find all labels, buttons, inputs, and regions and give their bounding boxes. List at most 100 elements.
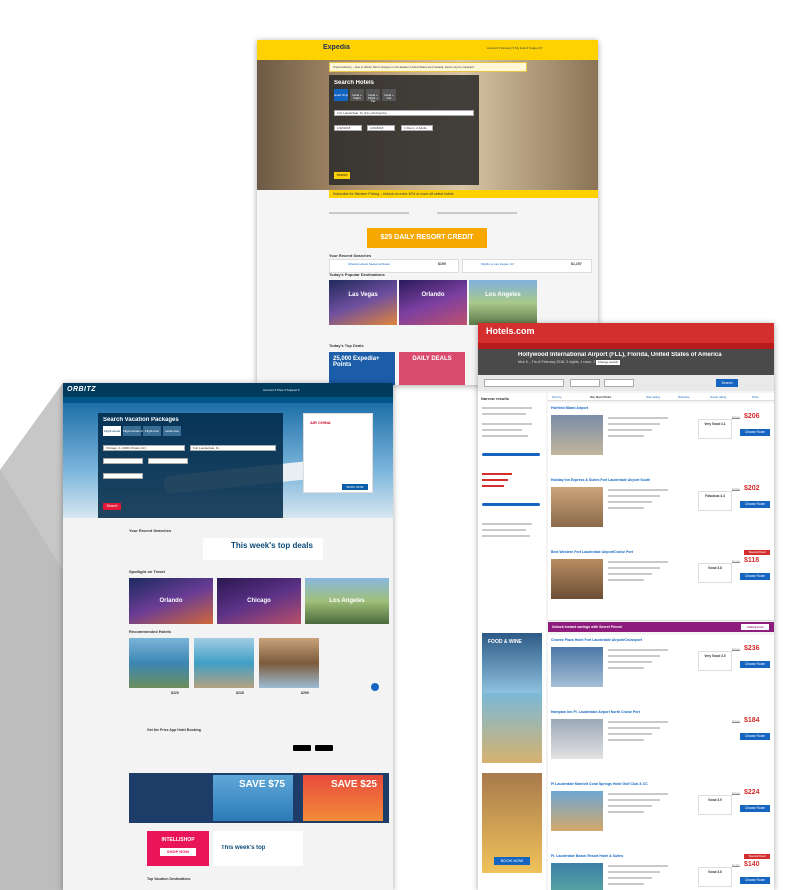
ad-image[interactable] [482,693,542,763]
checkout-input[interactable]: 1/23/2018 [367,125,395,131]
hotel-result-card[interactable]: Crowne Plaza Hotel Fort Lauderdale Airpo… [548,635,774,709]
resort-credit-banner[interactable]: $25 DAILY RESORT CREDIT [367,228,487,248]
departing-input[interactable] [103,458,143,464]
filter-item[interactable] [482,523,532,525]
hotel-photo[interactable] [551,719,603,759]
filter-item[interactable] [482,435,528,437]
hotel-name-link[interactable]: Crowne Plaza Hotel Fort Lauderdale Airpo… [551,638,642,642]
recent-search-card[interactable]: Orlando Hotels Seasonal Rates $199 [329,259,459,273]
hotel-name-link[interactable]: Hampton Inn Ft. Lauderdale Airport North… [551,710,640,714]
hotel-photo[interactable] [551,647,603,687]
hotel-card[interactable] [129,638,189,688]
save-75-ad[interactable]: SAVE $75 [213,775,293,821]
destination-card[interactable]: Las Vegas [329,280,397,325]
hotel-photo[interactable] [551,487,603,527]
points-deal[interactable]: 25,000 Expedia+ Points [329,352,395,385]
destination-input[interactable]: Fort Lauderdale, FL [190,445,276,451]
account-menu[interactable]: Account ▾ Itinerary ▾ My Lists ▾ Support… [487,46,542,50]
account-menu[interactable]: Account ▾ Trips ▾ Support ▾ [263,388,300,392]
hotel-photo[interactable] [551,559,603,599]
book-now-button[interactable]: BOOK NOW [494,857,530,865]
hotel-name-link[interactable]: Holiday Inn Express & Suites Fort Lauder… [551,478,650,482]
tab-flight-car[interactable]: Flight+Car [143,426,161,436]
checkout-input[interactable] [604,379,634,387]
choose-room-button[interactable]: Choose Room [740,805,770,812]
rooms-select[interactable] [103,473,143,479]
hotels-logo[interactable]: Hotels.com [486,326,535,336]
air-china-ad[interactable]: AIR CHINA BOOK NOW [303,413,373,493]
origin-input[interactable]: Chicago, IL (ORD-O'Hare Intl.) [103,445,185,451]
destination-card[interactable]: Los Angeles [469,280,537,325]
checkin-input[interactable]: 1/22/2018 [334,125,362,131]
checkin-input[interactable] [570,379,600,387]
tab-flight-hotel-car[interactable]: Flight+Hotel+Car [123,426,146,436]
choose-room-button[interactable]: Choose Room [740,661,770,668]
hotel-result-card[interactable]: Ft Lauderdale Marriott Coral Springs Hot… [548,779,774,853]
tab-hotel-flight[interactable]: Hotel + Flight [350,89,364,101]
hotel-name-link[interactable]: Fairfield Miami Airport [551,406,588,410]
hotel-name-link[interactable]: Ft. Lauderdale Beach Resort Hotel & Suit… [551,854,623,858]
expedia-logo[interactable]: Expedia [323,44,350,51]
hotel-name-link[interactable]: Ft Lauderdale Marriott Coral Springs Hot… [551,782,648,786]
choose-room-button[interactable]: Choose Room [740,733,770,740]
intellishop-ad[interactable]: INTELLISHOP SHOP NOW [147,831,209,866]
hotel-result-card[interactable]: Best Western Fort Lauderdale Airport/Cru… [548,547,774,621]
filter-item[interactable] [482,407,532,409]
destination-card[interactable]: Chicago [217,578,301,624]
filter-item[interactable] [482,535,530,537]
unlock-button[interactable]: Unlock now [741,624,769,630]
shop-now-button[interactable]: SHOP NOW [160,848,196,856]
ad-image[interactable]: BOOK NOW [482,773,542,873]
hotel-photo[interactable] [551,863,603,890]
tab-hotel-car[interactable]: Hotel+Car [163,426,181,436]
sort-star-rating[interactable]: Star rating [646,395,660,399]
filter-item[interactable] [482,423,532,425]
hotel-result-card[interactable]: Holiday Inn Express & Suites Fort Lauder… [548,475,774,549]
star-rating-filter[interactable] [482,485,504,487]
guest-rating-slider[interactable] [482,503,540,506]
search-button[interactable]: Search [716,379,738,387]
choose-room-button[interactable]: Choose Room [740,573,770,580]
destination-card[interactable]: Orlando [129,578,213,624]
hotel-result-card[interactable]: Fairfield Miami Airport Very Good 4.1 $249… [548,403,774,477]
tab-hotel-only[interactable]: Hotel Only [334,89,348,101]
rooms-select[interactable]: 1 Room, 2 Adults [401,125,433,131]
destination-card[interactable]: Los Angeles [305,578,389,624]
star-rating-filter[interactable] [482,479,508,481]
hotel-photo[interactable] [551,791,603,831]
food-wine-ad[interactable]: FOOD & WINE [482,633,542,693]
daily-deals[interactable]: DAILY DEALS [399,352,465,385]
filter-item[interactable] [482,413,526,415]
hotel-card[interactable] [259,638,319,688]
destination-input[interactable]: Fort Lauderdale, FL (FLL-All Airports) [334,110,474,116]
tab-hotel-flight-car[interactable]: Hotel + Flight + Car [366,89,380,103]
choose-room-button[interactable]: Choose Room [740,429,770,436]
tab-flight-hotel[interactable]: Flight+Hotel [103,426,121,436]
app-store-badge[interactable] [293,745,311,751]
sort-guest-rating[interactable]: Guest rating [710,395,726,399]
filter-item[interactable] [482,529,526,531]
ad-book-button[interactable]: BOOK NOW [342,484,368,490]
destination-input[interactable] [484,379,564,387]
hotel-photo[interactable] [551,415,603,455]
change-search-button[interactable]: Change search [596,360,620,365]
sort-distance[interactable]: Distance [678,395,690,399]
hotel-result-card[interactable]: Ft. Lauderdale Beach Resort Hotel & Suit… [548,851,774,890]
hotel-result-card[interactable]: Hampton Inn Ft. Lauderdale Airport North… [548,707,774,781]
save-25-ad[interactable]: SAVE $25 [303,775,383,821]
search-button[interactable]: Search [103,503,121,510]
google-play-badge[interactable] [315,745,333,751]
orbitz-logo[interactable]: ORBITZ [67,386,96,393]
filter-item[interactable] [482,429,522,431]
search-button[interactable]: Search [334,172,350,179]
destination-card[interactable]: Orlando [399,280,467,325]
hotel-card[interactable] [194,638,254,688]
choose-room-button[interactable]: Choose Room [740,501,770,508]
sort-best-picks[interactable]: Our Best Picks [590,395,611,399]
hotel-name-link[interactable]: Best Western Fort Lauderdale Airport/Cru… [551,550,633,554]
returning-input[interactable] [148,458,188,464]
star-rating-filter[interactable] [482,473,512,475]
sort-price[interactable]: Price [752,395,759,399]
member-pricing-bar[interactable]: Subscribe for Member Pricing – Unlock an… [329,190,598,198]
price-slider[interactable] [482,453,540,456]
